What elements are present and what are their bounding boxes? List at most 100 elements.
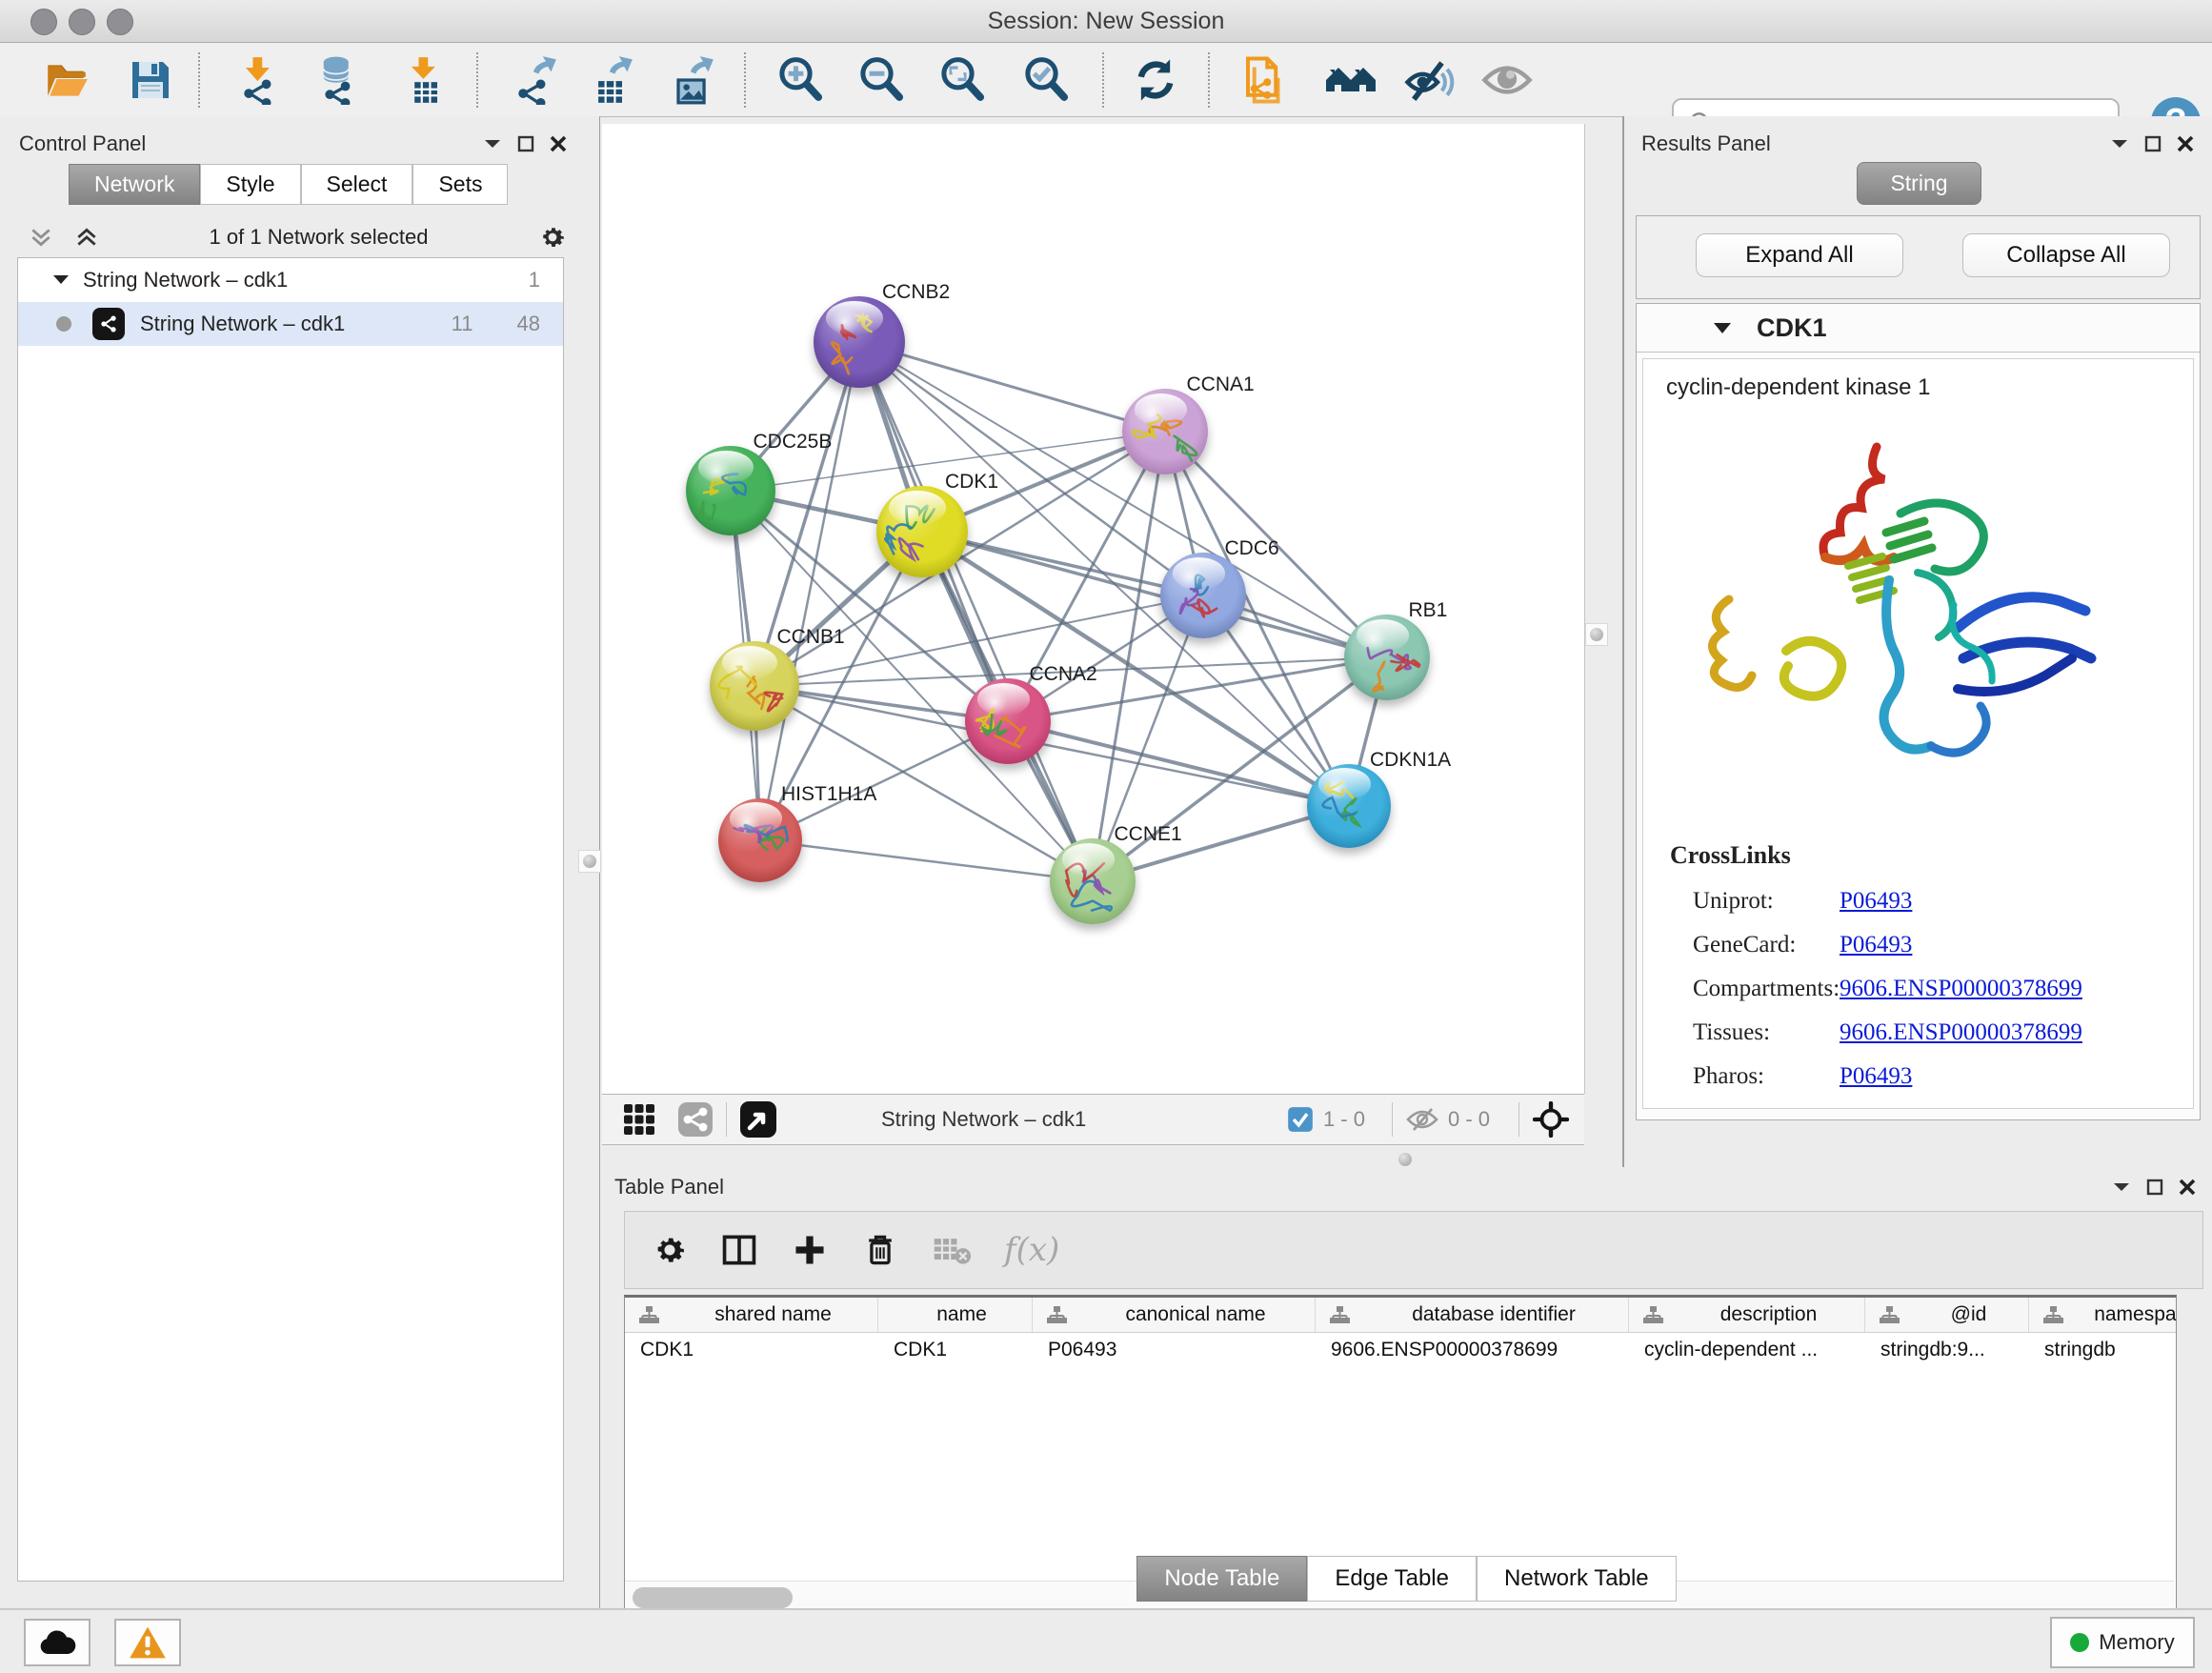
network-node-cdc6[interactable] [1160, 553, 1246, 638]
selected-checkbox-icon[interactable] [1287, 1106, 1314, 1133]
network-node-cdk1[interactable] [876, 486, 968, 577]
node-result-header[interactable]: CDK1 [1637, 304, 2200, 353]
collapse-all-icon[interactable] [29, 225, 53, 250]
warning-button[interactable] [114, 1619, 181, 1666]
column-header-namespace[interactable]: namespace [2029, 1298, 2177, 1332]
collapse-all-button[interactable]: Collapse All [1962, 233, 2170, 277]
left-splitter-handle[interactable] [578, 850, 601, 873]
pharos-link[interactable]: P06493 [1840, 1063, 1912, 1089]
hide-unhide-icon[interactable] [1402, 54, 1456, 106]
network-node-rb1[interactable] [1344, 615, 1430, 700]
panel-menu-icon[interactable] [2112, 1181, 2131, 1193]
tab-network[interactable]: Network [69, 164, 200, 205]
tab-edge-table[interactable]: Edge Table [1307, 1556, 1477, 1602]
column-header-description[interactable]: description [1629, 1298, 1865, 1332]
network-node-ccnb1[interactable] [710, 641, 799, 731]
column-header-database-identifier[interactable]: database identifier [1316, 1298, 1629, 1332]
uniprot-link[interactable]: P06493 [1840, 888, 1912, 914]
cloud-icon [38, 1629, 76, 1656]
column-header-canonical-name[interactable]: canonical name [1033, 1298, 1316, 1332]
tissues-link[interactable]: 9606.ENSP00000378699 [1840, 1019, 2082, 1045]
panel-float-icon[interactable] [2144, 135, 2162, 152]
export-network-icon[interactable] [507, 54, 560, 106]
warning-icon [129, 1625, 167, 1660]
panel-float-icon[interactable] [517, 135, 534, 152]
protein-structure-image [1672, 418, 2167, 828]
column-header-shared-name[interactable]: shared name [625, 1298, 878, 1332]
panel-close-icon[interactable] [550, 135, 567, 152]
compartments-link[interactable]: 9606.ENSP00000378699 [1840, 976, 2082, 1001]
panel-float-icon[interactable] [2146, 1179, 2163, 1196]
show-columns-icon[interactable] [720, 1231, 758, 1269]
import-database-icon[interactable] [312, 54, 366, 106]
network-node-hist1h1a[interactable] [718, 798, 802, 882]
section-collapse-icon[interactable] [1713, 322, 1732, 334]
network-node-ccnb2[interactable] [814, 296, 905, 388]
table-row[interactable]: CDK1CDK1P064939606.ENSP00000378699cyclin… [625, 1333, 2176, 1367]
crosslinks-title: CrossLinks [1670, 841, 2193, 870]
table-cell[interactable]: stringdb [2029, 1333, 2177, 1367]
table-cell[interactable]: P06493 [1033, 1333, 1316, 1367]
string-document-icon[interactable] [1238, 54, 1292, 106]
hidden-eye-icon[interactable] [1406, 1107, 1438, 1132]
tree-expand-icon[interactable] [52, 274, 70, 286]
grid-view-icon[interactable] [623, 1103, 655, 1136]
tab-select[interactable]: Select [301, 164, 413, 205]
expand-all-icon[interactable] [74, 225, 99, 250]
preview-eye-icon[interactable] [1480, 54, 1534, 106]
memory-button[interactable]: Memory [2050, 1617, 2195, 1668]
tab-node-table[interactable]: Node Table [1136, 1556, 1307, 1602]
node-label-hist1h1a: HIST1H1A [781, 783, 876, 806]
network-node-ccna2[interactable] [965, 678, 1051, 764]
table-gear-icon[interactable] [652, 1232, 688, 1268]
table-cell[interactable]: cyclin-dependent ... [1629, 1333, 1865, 1367]
save-session-icon[interactable] [124, 54, 177, 106]
expand-all-button[interactable]: Expand All [1696, 233, 1903, 277]
network-node-cdkn1a[interactable] [1307, 764, 1391, 848]
table-cell[interactable]: stringdb:9... [1865, 1333, 2029, 1367]
network-node-ccna1[interactable] [1122, 389, 1208, 474]
crosslink-row: Uniprot:P06493 [1693, 879, 2193, 923]
refresh-icon[interactable] [1129, 54, 1182, 106]
network-options-gear-icon[interactable] [538, 223, 567, 252]
add-column-icon[interactable] [791, 1231, 829, 1269]
delete-column-icon[interactable] [861, 1231, 899, 1269]
export-table-icon[interactable] [583, 54, 636, 106]
column-header-name[interactable]: name [878, 1298, 1033, 1332]
table-cell[interactable]: 9606.ENSP00000378699 [1316, 1333, 1629, 1367]
network-node-cdc25b[interactable] [686, 446, 775, 535]
selected-range: 1 - 0 [1323, 1107, 1365, 1132]
tab-network-table[interactable]: Network Table [1477, 1556, 1677, 1602]
right-splitter-handle[interactable] [1585, 623, 1608, 646]
genecard-link[interactable]: P06493 [1840, 932, 1912, 957]
import-table-icon[interactable] [398, 54, 452, 106]
network-canvas[interactable]: CCNB2CCNA1CDC25BCDK1CDC6RB1CCNB1CCNA2CDK… [602, 124, 1585, 1094]
export-image-icon[interactable] [664, 54, 717, 106]
open-session-icon[interactable] [40, 54, 93, 106]
network-row[interactable]: String Network – cdk1 11 48 [18, 302, 563, 346]
crosslink-row: GeneCard:P06493 [1693, 923, 2193, 967]
panel-menu-icon[interactable] [2110, 138, 2129, 150]
zoom-selected-icon[interactable] [1019, 54, 1073, 106]
share-view-icon[interactable] [678, 1102, 713, 1137]
tab-string[interactable]: String [1857, 162, 1981, 205]
table-cell[interactable]: CDK1 [625, 1333, 878, 1367]
zoom-out-icon[interactable] [855, 54, 908, 106]
crosshair-icon[interactable] [1533, 1101, 1569, 1138]
tab-style[interactable]: Style [200, 164, 300, 205]
zoom-fit-icon[interactable] [935, 54, 989, 106]
panel-close-icon[interactable] [2179, 1179, 2196, 1196]
import-network-icon[interactable] [232, 54, 286, 106]
home-icon[interactable] [1324, 54, 1377, 106]
column-header--id[interactable]: @id [1865, 1298, 2029, 1332]
panel-menu-icon[interactable] [483, 138, 502, 150]
network-node-ccne1[interactable] [1050, 838, 1136, 924]
results-actions-box: Expand All Collapse All [1636, 215, 2201, 299]
network-collection-row[interactable]: String Network – cdk1 1 [18, 258, 563, 302]
table-cell[interactable]: CDK1 [878, 1333, 1033, 1367]
panel-close-icon[interactable] [2177, 135, 2194, 152]
tab-sets[interactable]: Sets [412, 164, 508, 205]
cloud-button[interactable] [24, 1619, 90, 1666]
zoom-in-icon[interactable] [774, 54, 827, 106]
birdseye-view-icon[interactable] [740, 1101, 776, 1138]
